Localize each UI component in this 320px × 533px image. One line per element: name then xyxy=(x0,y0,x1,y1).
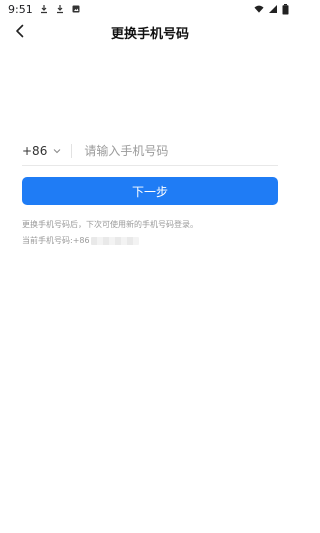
change-phone-screen: 9:51 更换手机号码 +86 请输入手机号码 下一步 更换手机号码后，下次可使… xyxy=(0,0,300,533)
divider xyxy=(71,144,73,158)
notification-image-icon xyxy=(71,4,81,14)
signal-icon xyxy=(268,4,278,14)
status-bar: 9:51 xyxy=(0,0,300,18)
phone-input-row: +86 xyxy=(22,141,278,161)
current-phone-label: 当前手机号码:+86 xyxy=(22,236,90,245)
back-button[interactable] xyxy=(10,22,30,42)
masked-phone-number xyxy=(90,237,139,245)
wifi-icon xyxy=(254,4,264,14)
country-code-label: +86 xyxy=(22,144,48,158)
chevron-left-icon xyxy=(14,23,26,42)
chevron-down-icon xyxy=(53,147,61,155)
current-phone-line: 当前手机号码:+86 xyxy=(22,236,139,246)
country-code-selector[interactable]: +86 xyxy=(22,144,61,158)
status-time: 9:51 xyxy=(8,2,33,16)
page-title: 更换手机号码 xyxy=(110,26,189,42)
battery-icon xyxy=(282,4,292,15)
change-phone-hint: 更换手机号码后，下次可使用新的手机号码登录。 xyxy=(22,220,198,229)
download-icon xyxy=(39,4,49,14)
phone-number-input[interactable] xyxy=(82,143,278,159)
status-right xyxy=(254,4,292,15)
status-left: 9:51 xyxy=(8,3,81,16)
next-button[interactable]: 下一步 xyxy=(22,177,278,205)
app-header: 更换手机号码 xyxy=(0,18,300,46)
input-underline xyxy=(22,165,278,166)
download-icon xyxy=(55,4,65,14)
